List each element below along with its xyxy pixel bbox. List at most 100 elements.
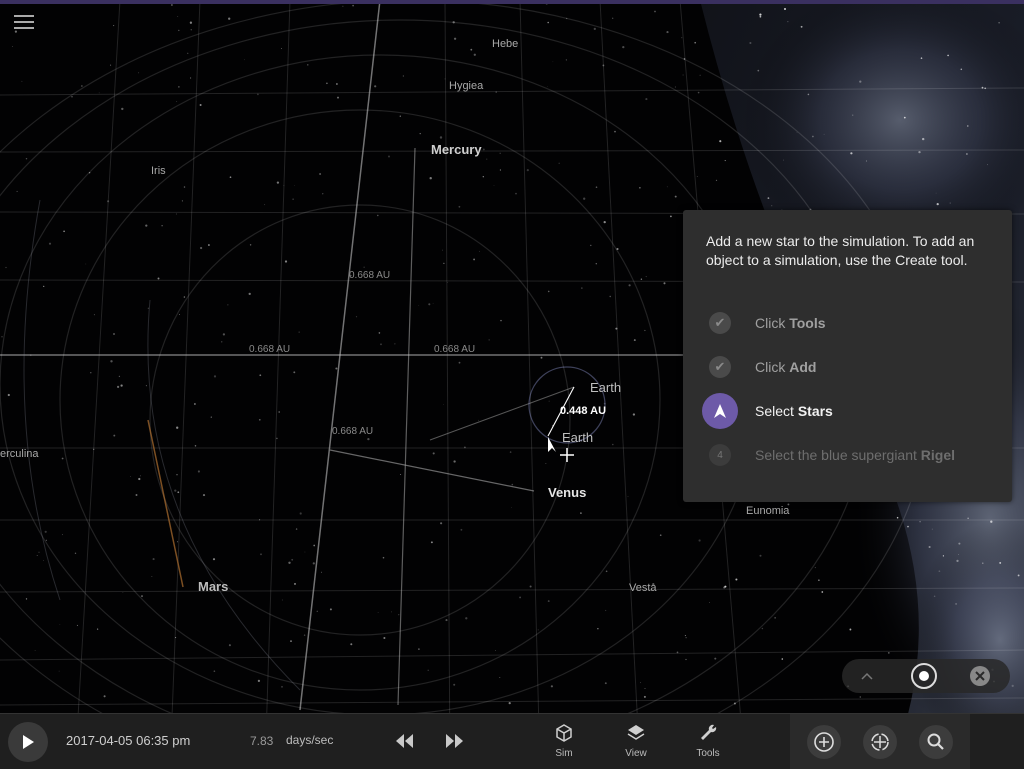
star — [919, 520, 921, 523]
star — [445, 619, 448, 622]
star — [529, 585, 532, 588]
star — [958, 553, 960, 555]
star — [176, 101, 178, 103]
star — [288, 561, 291, 564]
label-mercury[interactable]: Mercury — [431, 142, 482, 157]
label-iris[interactable]: Iris — [151, 165, 166, 177]
star — [719, 140, 722, 143]
sim-date[interactable]: 2017-04-05 06:35 pm — [66, 733, 190, 748]
star — [213, 375, 217, 378]
star — [74, 552, 77, 554]
star — [193, 403, 196, 405]
star — [43, 285, 45, 288]
star — [933, 595, 936, 598]
fast-forward-button[interactable] — [442, 730, 466, 752]
label-eunomia[interactable]: Eunomia — [746, 505, 789, 517]
checkmark-icon: ✔ — [709, 312, 731, 334]
star — [605, 609, 607, 612]
cube-icon — [539, 720, 589, 746]
label-earth[interactable]: Earth — [562, 430, 593, 445]
star — [59, 623, 61, 625]
star — [292, 198, 294, 200]
star — [321, 571, 323, 573]
tools-tool-button[interactable]: Tools — [683, 720, 733, 764]
star — [928, 545, 931, 549]
label-mars[interactable]: Mars — [198, 579, 228, 594]
star — [547, 290, 550, 293]
rewind-button[interactable] — [393, 730, 417, 752]
orbit-camera-button[interactable] — [863, 725, 897, 759]
star — [859, 696, 861, 698]
star — [90, 372, 92, 374]
star — [583, 197, 586, 200]
close-icon[interactable] — [963, 659, 997, 693]
tutorial-step-4: 4 Select the blue supergiant Rigel — [709, 438, 955, 472]
label-herculina[interactable]: erculina — [0, 448, 39, 460]
time-rate-value[interactable]: 7.83 — [250, 734, 273, 748]
sim-tool-button[interactable]: Sim — [539, 720, 589, 764]
step-text: Click Tools — [755, 315, 826, 331]
star — [684, 635, 686, 637]
star — [698, 539, 701, 542]
star — [903, 116, 906, 119]
star — [545, 463, 547, 464]
star — [488, 339, 490, 341]
star — [383, 636, 386, 640]
star — [960, 68, 963, 71]
star — [508, 701, 511, 705]
star — [453, 37, 457, 40]
star — [632, 413, 636, 416]
chevron-up-icon[interactable] — [850, 659, 884, 693]
rewind-icon — [396, 734, 413, 748]
label-earth[interactable]: Earth — [590, 380, 621, 395]
play-button[interactable] — [8, 722, 48, 762]
label-hygiea[interactable]: Hygiea — [449, 80, 483, 92]
star — [202, 494, 206, 497]
star — [443, 404, 444, 405]
star — [818, 579, 820, 581]
star — [614, 130, 616, 133]
star — [21, 80, 23, 82]
star — [213, 670, 216, 673]
label-hebe[interactable]: Hebe — [492, 38, 518, 50]
star — [174, 489, 177, 492]
star — [96, 628, 99, 630]
star — [276, 181, 280, 184]
star — [12, 46, 13, 47]
bottom-toolbar: 2017-04-05 06:35 pm 7.83 days/sec Sim Vi… — [0, 713, 1024, 769]
tutorial-step-1: ✔ Click Tools — [709, 306, 826, 340]
star — [48, 242, 52, 245]
star — [113, 333, 115, 335]
star — [644, 329, 646, 332]
star — [138, 477, 141, 481]
star — [670, 215, 672, 218]
star — [493, 185, 495, 186]
star — [644, 687, 646, 690]
star — [640, 278, 643, 280]
star — [342, 5, 344, 7]
menu-icon[interactable] — [14, 15, 34, 31]
star — [987, 164, 988, 166]
star — [390, 611, 392, 613]
pointer-arrow-icon — [702, 393, 738, 429]
star — [199, 246, 203, 250]
label-venus[interactable]: Venus — [548, 485, 586, 500]
star — [335, 367, 338, 370]
focus-target-icon[interactable] — [907, 659, 941, 693]
star — [190, 77, 192, 79]
star — [98, 92, 100, 94]
star — [547, 85, 548, 87]
au-label: 0.668 AU — [332, 426, 374, 437]
star — [181, 200, 183, 202]
search-button[interactable] — [919, 725, 953, 759]
star — [823, 133, 825, 135]
add-button[interactable] — [807, 725, 841, 759]
star — [627, 496, 629, 497]
label-vesta[interactable]: Vesta — [629, 582, 657, 594]
star — [540, 356, 543, 359]
view-tool-button[interactable]: View — [611, 720, 661, 764]
star — [709, 602, 710, 603]
star — [694, 41, 697, 44]
star — [363, 266, 365, 268]
star — [138, 72, 140, 74]
